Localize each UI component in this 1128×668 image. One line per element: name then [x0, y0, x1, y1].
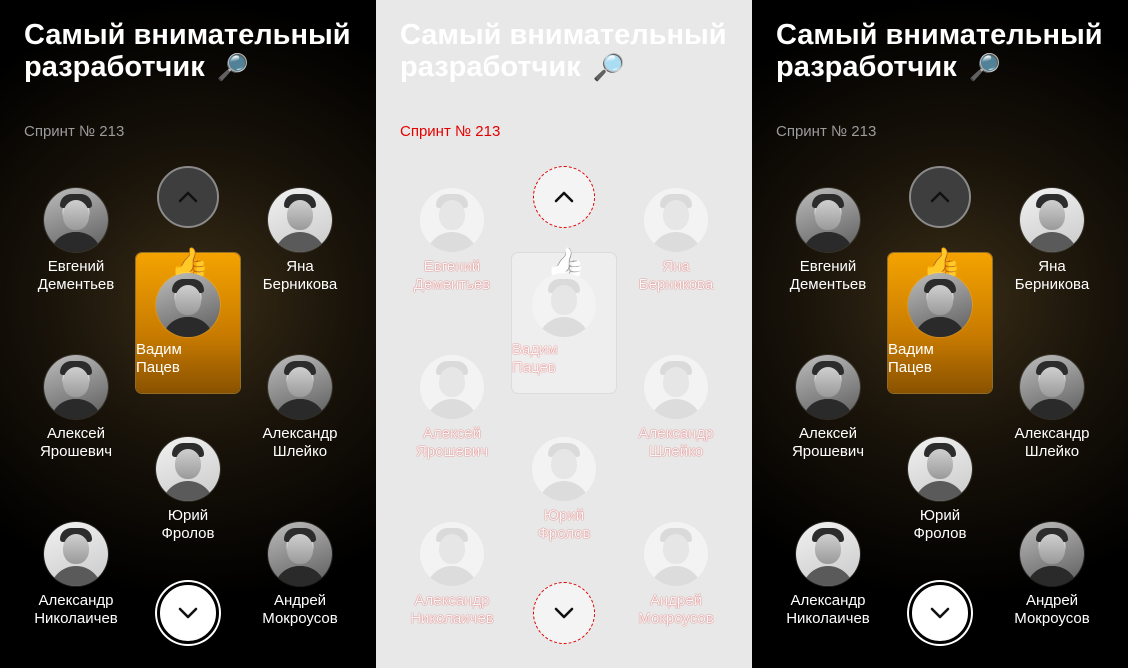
chevron-down-icon: [178, 607, 198, 619]
person-name: Александр Шлейко: [638, 425, 714, 460]
avatar: [420, 522, 484, 586]
avatar: [44, 522, 108, 586]
avatar: [644, 522, 708, 586]
scroll-down-button[interactable]: [157, 582, 219, 644]
person-name: Вадим Пацев: [512, 341, 558, 376]
person-card[interactable]: Яна Берникова: [616, 188, 736, 294]
scroll-up-button[interactable]: [533, 166, 595, 228]
avatar: [268, 355, 332, 419]
screen-panel-middle: Самый внимательный разработчик 🔎 Спринт …: [376, 0, 752, 668]
person-card[interactable]: Андрей Мокроусов: [616, 522, 736, 628]
avatar: [268, 522, 332, 586]
avatar: [1020, 355, 1084, 419]
avatar: [1020, 188, 1084, 252]
avatar: [532, 437, 596, 501]
sprint-label: Спринт № 213: [400, 123, 501, 140]
person-card[interactable]: Алексей Ярошевич: [768, 355, 888, 461]
person-name: Юрий Фролов: [913, 507, 967, 542]
screen-title-text: Самый внимательный разработчик: [24, 19, 351, 83]
sprint-label: Спринт № 213: [24, 123, 125, 140]
avatar: [156, 437, 220, 501]
avatar: [908, 437, 972, 501]
avatar: [156, 273, 220, 337]
person-card[interactable]: Евгений Дементьев: [768, 188, 888, 294]
person-card[interactable]: Александр Николаичев: [392, 522, 512, 628]
screen-title: Самый внимательный разработчик 🔎: [400, 19, 730, 83]
person-name: Евгений Дементьев: [789, 258, 867, 293]
person-name: Юрий Фролов: [537, 507, 591, 542]
person-name: Яна Берникова: [1014, 258, 1090, 293]
person-card[interactable]: Яна Берникова: [240, 188, 360, 294]
person-name: Александр Николаичев: [410, 592, 494, 627]
person-card[interactable]: Александр Шлейко: [240, 355, 360, 461]
person-card[interactable]: Алексей Ярошевич: [16, 355, 136, 461]
person-name: Андрей Мокроусов: [638, 592, 714, 627]
avatar: [1020, 522, 1084, 586]
person-name: Яна Берникова: [638, 258, 714, 293]
person-name: Юрий Фролов: [161, 507, 215, 542]
screen-title: Самый внимательный разработчик 🔎: [776, 19, 1106, 83]
avatar: [796, 522, 860, 586]
person-card[interactable]: Юрий Фролов: [880, 437, 1000, 543]
chevron-down-icon: [930, 607, 950, 619]
person-card[interactable]: Евгений Дементьев: [392, 188, 512, 294]
person-card[interactable]: Юрий Фролов: [504, 437, 624, 543]
person-card[interactable]: Евгений Дементьев: [16, 188, 136, 294]
person-name: Алексей Ярошевич: [415, 425, 489, 460]
person-card[interactable]: Андрей Мокроусов: [240, 522, 360, 628]
chevron-up-icon: [178, 191, 198, 203]
person-card[interactable]: Юрий Фролов: [128, 437, 248, 543]
avatar: [420, 188, 484, 252]
person-name: Вадим Пацев: [136, 341, 182, 376]
avatar: [796, 188, 860, 252]
person-card[interactable]: Александр Николаичев: [16, 522, 136, 628]
avatar: [44, 355, 108, 419]
avatar: [644, 188, 708, 252]
person-name: Евгений Дементьев: [37, 258, 115, 293]
screen-title-text: Самый внимательный разработчик: [400, 19, 727, 83]
person-card[interactable]: Яна Берникова: [992, 188, 1112, 294]
screen-title-text: Самый внимательный разработчик: [776, 19, 1103, 83]
person-name: Александр Николаичев: [786, 592, 870, 627]
avatar: [644, 355, 708, 419]
avatar: [268, 188, 332, 252]
avatar: [420, 355, 484, 419]
scroll-up-button[interactable]: [157, 166, 219, 228]
person-card[interactable]: Алексей Ярошевич: [392, 355, 512, 461]
avatar: [532, 273, 596, 337]
person-name: Алексей Ярошевич: [791, 425, 865, 460]
person-name: Яна Берникова: [262, 258, 338, 293]
person-name: Евгений Дементьев: [413, 258, 491, 293]
magnifier-icon: 🔎: [592, 52, 626, 82]
scroll-down-button[interactable]: [909, 582, 971, 644]
person-name: Александр Шлейко: [1014, 425, 1090, 460]
person-name: Алексей Ярошевич: [39, 425, 113, 460]
scroll-down-button[interactable]: [533, 582, 595, 644]
person-name: Андрей Мокроусов: [262, 592, 338, 627]
leader-card[interactable]: 👍 Вадим Пацев: [512, 247, 616, 393]
person-card[interactable]: Александр Шлейко: [992, 355, 1112, 461]
person-card[interactable]: Андрей Мокроусов: [992, 522, 1112, 628]
avatar: [44, 188, 108, 252]
person-name: Александр Николаичев: [34, 592, 118, 627]
person-card[interactable]: Александр Шлейко: [616, 355, 736, 461]
magnifier-icon: 🔎: [968, 52, 1002, 82]
screen-panel-left: Самый внимательный разработчик 🔎 Спринт …: [0, 0, 376, 668]
sprint-label: Спринт № 213: [776, 123, 877, 140]
person-card[interactable]: Александр Николаичев: [768, 522, 888, 628]
scroll-up-button[interactable]: [909, 166, 971, 228]
person-name: Вадим Пацев: [888, 341, 934, 376]
avatar: [908, 273, 972, 337]
person-name: Андрей Мокроусов: [1014, 592, 1090, 627]
chevron-up-icon: [930, 191, 950, 203]
leader-card[interactable]: 👍 Вадим Пацев: [136, 247, 240, 393]
chevron-up-icon: [554, 191, 574, 203]
avatar: [796, 355, 860, 419]
screen-panel-right: Самый внимательный разработчик 🔎 Спринт …: [752, 0, 1128, 668]
leader-card[interactable]: 👍 Вадим Пацев: [888, 247, 992, 393]
chevron-down-icon: [554, 607, 574, 619]
magnifier-icon: 🔎: [216, 52, 250, 82]
screen-title: Самый внимательный разработчик 🔎: [24, 19, 354, 83]
person-name: Александр Шлейко: [262, 425, 338, 460]
